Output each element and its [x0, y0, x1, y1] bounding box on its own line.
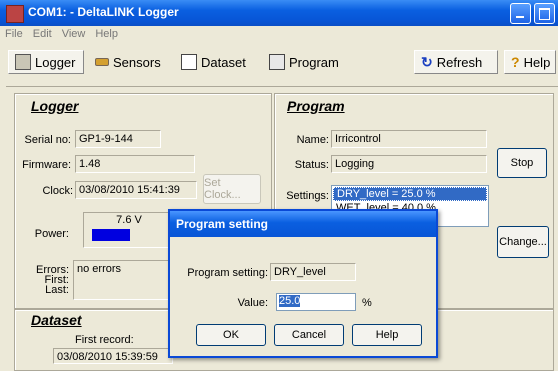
last-label: Last: [45, 284, 69, 296]
first-record-label: First record: [75, 334, 134, 346]
ok-button[interactable]: OK [196, 324, 266, 346]
program-setting-dialog: Program setting Program setting: DRY_lev… [168, 209, 438, 358]
power-field: 7.6 V [83, 212, 177, 248]
window-title: COM1: - DeltaLINK Logger [28, 5, 179, 19]
power-label: Power: [34, 228, 69, 240]
dialog-title: Program setting [170, 211, 436, 237]
sensors-tab-label: Sensors [113, 54, 161, 70]
program-status-label: Status: [294, 159, 329, 171]
menu-bar: File Edit View Help [0, 26, 558, 44]
refresh-button[interactable]: ↻ Refresh [414, 50, 498, 74]
toolbar: Logger Sensors Dataset Program ↻ Refresh… [0, 44, 558, 86]
power-level-bar [92, 229, 130, 241]
clock-field: 03/08/2010 15:41:39 [75, 181, 197, 199]
menu-help[interactable]: Help [90, 26, 123, 42]
value-text: 25.0 [279, 295, 301, 307]
errors-value: no errors [77, 263, 122, 275]
program-name-label: Name: [296, 134, 329, 146]
program-tab-label: Program [289, 54, 339, 70]
dataset-icon [181, 54, 197, 70]
program-icon [269, 54, 285, 70]
value-label: Value: [237, 297, 268, 309]
refresh-icon: ↻ [421, 53, 433, 70]
program-tab-button[interactable]: Program [262, 50, 350, 74]
menu-file[interactable]: File [0, 26, 28, 42]
menu-edit[interactable]: Edit [28, 26, 57, 42]
sensors-tab-button[interactable]: Sensors [88, 50, 170, 74]
value-input[interactable]: 25.0 [276, 293, 356, 311]
menu-view[interactable]: View [57, 26, 91, 42]
logger-heading: Logger [31, 98, 79, 114]
help-button[interactable]: ? Help [504, 50, 556, 74]
program-setting-field: DRY_level [270, 263, 356, 281]
value-unit: % [362, 297, 372, 309]
settings-item-dry[interactable]: DRY_level = 25.0 % [333, 187, 487, 201]
serial-label: Serial no: [24, 134, 71, 146]
dataset-tab-button[interactable]: Dataset [174, 50, 258, 74]
stop-button[interactable]: Stop [497, 148, 547, 178]
dataset-tab-label: Dataset [201, 54, 246, 70]
change-button[interactable]: Change... [497, 226, 549, 258]
help-label: Help [523, 54, 551, 70]
maximize-button[interactable] [534, 3, 555, 24]
firmware-label: Firmware: [22, 159, 71, 171]
clock-label: Clock: [42, 185, 73, 197]
set-clock-button[interactable]: Set Clock... [203, 174, 261, 204]
logger-tab-label: Logger [35, 54, 76, 70]
minimize-button[interactable] [510, 3, 531, 24]
program-name-field: Irricontrol [331, 130, 487, 148]
logger-icon [15, 54, 31, 70]
power-value: 7.6 V [116, 214, 142, 226]
logger-tab-button[interactable]: Logger [8, 50, 84, 74]
first-record-field: 03/08/2010 15:39:59 [53, 348, 173, 364]
dialog-help-button[interactable]: Help [352, 324, 422, 346]
serial-field: GP1-9-144 [75, 130, 161, 148]
app-icon [6, 5, 24, 23]
title-bar[interactable]: COM1: - DeltaLINK Logger [0, 0, 558, 26]
settings-label: Settings: [286, 190, 329, 202]
firmware-field: 1.48 [75, 155, 195, 173]
program-heading: Program [287, 98, 345, 114]
program-status-field: Logging [331, 155, 487, 173]
dataset-heading: Dataset [31, 312, 82, 328]
cancel-button[interactable]: Cancel [274, 324, 344, 346]
program-setting-label: Program setting: [187, 267, 268, 279]
errors-field: no errors [73, 260, 183, 300]
help-icon: ? [511, 54, 520, 70]
sensor-icon [95, 58, 109, 66]
refresh-label: Refresh [436, 54, 483, 70]
